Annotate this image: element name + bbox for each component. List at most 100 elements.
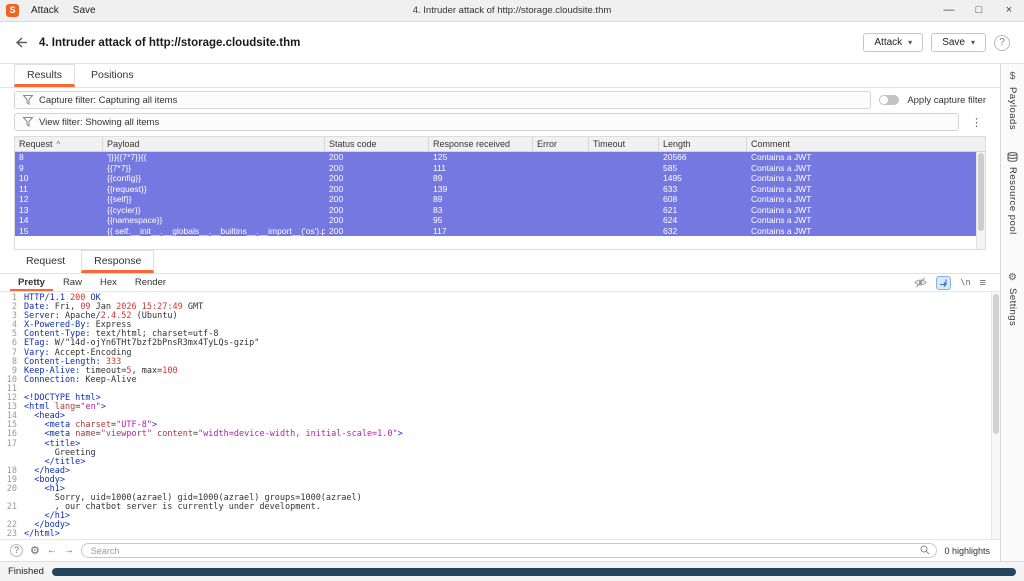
column-header-comment[interactable]: Comment <box>747 137 985 151</box>
view-filter-label: View filter: Showing all items <box>39 117 159 128</box>
cell-length: 633 <box>659 184 747 195</box>
attack-button[interactable]: Attack ▾ <box>863 33 923 52</box>
cell-length: 624 <box>659 215 747 226</box>
menu-save[interactable]: Save <box>71 5 98 16</box>
save-button[interactable]: Save ▾ <box>931 33 986 52</box>
editor-scrollbar[interactable] <box>991 292 1000 539</box>
cell-timeout <box>589 215 659 226</box>
cell-timeout <box>589 163 659 174</box>
column-header-length[interactable]: Length <box>659 137 747 151</box>
cell-error <box>533 173 589 184</box>
results-table: Request^PayloadStatus codeResponse recei… <box>14 136 986 250</box>
view-filter-menu-icon[interactable]: ⋮ <box>967 116 986 129</box>
response-code[interactable]: 1HTTP/1.1 200 OK2Date: Fri, 09 Jan 2026 … <box>0 292 1000 539</box>
table-header: Request^PayloadStatus codeResponse recei… <box>15 137 985 152</box>
hide-matches-icon[interactable] <box>914 277 927 288</box>
column-header-request[interactable]: Request^ <box>15 137 103 151</box>
search-input[interactable] <box>81 543 938 558</box>
line-number: 20 <box>0 485 24 494</box>
scrollbar-thumb[interactable] <box>978 153 984 231</box>
filter-funnel-icon <box>23 95 33 105</box>
tab-request[interactable]: Request <box>14 251 77 273</box>
status-label: Finished <box>8 566 44 577</box>
code-line: 18 </head> <box>0 467 1000 476</box>
dock-tab-payloads-label: Payloads <box>1007 87 1018 130</box>
code-line: 22 </body> <box>0 521 1000 530</box>
prev-match-button[interactable]: ← <box>47 545 57 556</box>
back-icon[interactable] <box>14 36 29 49</box>
scrollbar-thumb[interactable] <box>993 294 999 434</box>
tab-positions[interactable]: Positions <box>79 65 146 87</box>
subtab-render[interactable]: Render <box>127 275 174 291</box>
help-button[interactable]: ? <box>994 35 1010 51</box>
tab-response[interactable]: Response <box>81 250 154 273</box>
subtab-raw[interactable]: Raw <box>55 275 90 291</box>
table-row[interactable]: 12{{self}}20089608Contains a JWT <box>15 194 985 205</box>
cell-length: 585 <box>659 163 747 174</box>
cell-timeout <box>589 226 659 237</box>
cell-payload: {{self}} <box>103 194 325 205</box>
table-row[interactable]: 8']}}{{7*7}}{{20012520566Contains a JWT <box>15 152 985 163</box>
table-row[interactable]: 14{{namespace}}20095624Contains a JWT <box>15 215 985 226</box>
cell-timeout <box>589 194 659 205</box>
column-header-status[interactable]: Status code <box>325 137 429 151</box>
cell-request: 14 <box>15 215 103 226</box>
minimize-button[interactable]: — <box>934 0 964 21</box>
code-line: 9Keep-Alive: timeout=5, max=100 <box>0 367 1000 376</box>
column-header-received[interactable]: Response received <box>429 137 533 151</box>
cell-timeout <box>589 152 659 163</box>
resource-pool-icon <box>1007 152 1018 162</box>
code-line: </title> <box>0 458 1000 467</box>
cell-request: 15 <box>15 226 103 237</box>
sort-asc-icon: ^ <box>57 140 61 149</box>
code-line: 12<!DOCTYPE html> <box>0 394 1000 403</box>
table-row[interactable]: 13{{cycler}}20083621Contains a JWT <box>15 205 985 216</box>
search-settings-gear-icon[interactable]: ⚙ <box>30 544 40 557</box>
syntax-highlight-toggle-icon[interactable] <box>936 276 951 290</box>
cell-length: 632 <box>659 226 747 237</box>
attack-progress-bar <box>52 568 1016 576</box>
table-row[interactable]: 15{{ self.__init__.__globals__.__builtin… <box>15 226 985 237</box>
cell-received: 89 <box>429 194 533 205</box>
column-header-error[interactable]: Error <box>533 137 589 151</box>
capture-filter-bar[interactable]: Capture filter: Capturing all items <box>14 91 871 109</box>
dock-tab-resource-pool[interactable]: Resource pool <box>1007 152 1018 235</box>
cell-error <box>533 226 589 237</box>
next-match-button[interactable]: → <box>64 545 74 556</box>
line-number <box>0 449 24 458</box>
editor-menu-icon[interactable]: ≡ <box>980 277 986 289</box>
cell-payload: {{config}} <box>103 173 325 184</box>
statusbar: Finished <box>0 561 1024 581</box>
nonprintable-chars-icon[interactable]: \n <box>960 278 970 288</box>
table-row[interactable]: 9{{7*7}}200111585Contains a JWT <box>15 163 985 174</box>
table-scrollbar[interactable] <box>976 152 985 249</box>
maximize-button[interactable]: □ <box>964 0 994 21</box>
capture-filter-label: Capture filter: Capturing all items <box>39 95 177 106</box>
cell-comment: Contains a JWT <box>747 173 985 184</box>
view-filter-bar[interactable]: View filter: Showing all items <box>14 113 959 131</box>
subtab-hex[interactable]: Hex <box>92 275 125 291</box>
search-help-icon[interactable]: ? <box>10 544 23 557</box>
filter-funnel-icon <box>23 117 33 127</box>
column-header-payload[interactable]: Payload <box>103 137 325 151</box>
subtab-pretty[interactable]: Pretty <box>10 275 53 291</box>
dock-tab-settings[interactable]: ⚙ Settings <box>1007 273 1018 326</box>
dock-tab-payloads[interactable]: $ Payloads <box>1007 72 1018 130</box>
apply-capture-filter-toggle[interactable] <box>879 95 899 105</box>
table-row[interactable]: 11{{request}}200139633Contains a JWT <box>15 184 985 195</box>
code-line: 17 <title> <box>0 440 1000 449</box>
code-line: Greeting <box>0 449 1000 458</box>
view-filter-row: View filter: Showing all items ⋮ <box>0 110 1000 132</box>
menu-attack[interactable]: Attack <box>29 5 61 16</box>
cell-error <box>533 215 589 226</box>
column-header-timeout[interactable]: Timeout <box>589 137 659 151</box>
apply-capture-filter-label: Apply capture filter <box>907 95 986 106</box>
tab-results[interactable]: Results <box>14 64 75 87</box>
window-title: 4. Intruder attack of http://storage.clo… <box>200 5 824 16</box>
table-row[interactable]: 10{{config}}200891495Contains a JWT <box>15 173 985 184</box>
cell-payload: {{cycler}} <box>103 205 325 216</box>
cell-error <box>533 205 589 216</box>
close-button[interactable]: × <box>994 0 1024 21</box>
cell-comment: Contains a JWT <box>747 184 985 195</box>
dock-tab-settings-label: Settings <box>1007 288 1018 326</box>
